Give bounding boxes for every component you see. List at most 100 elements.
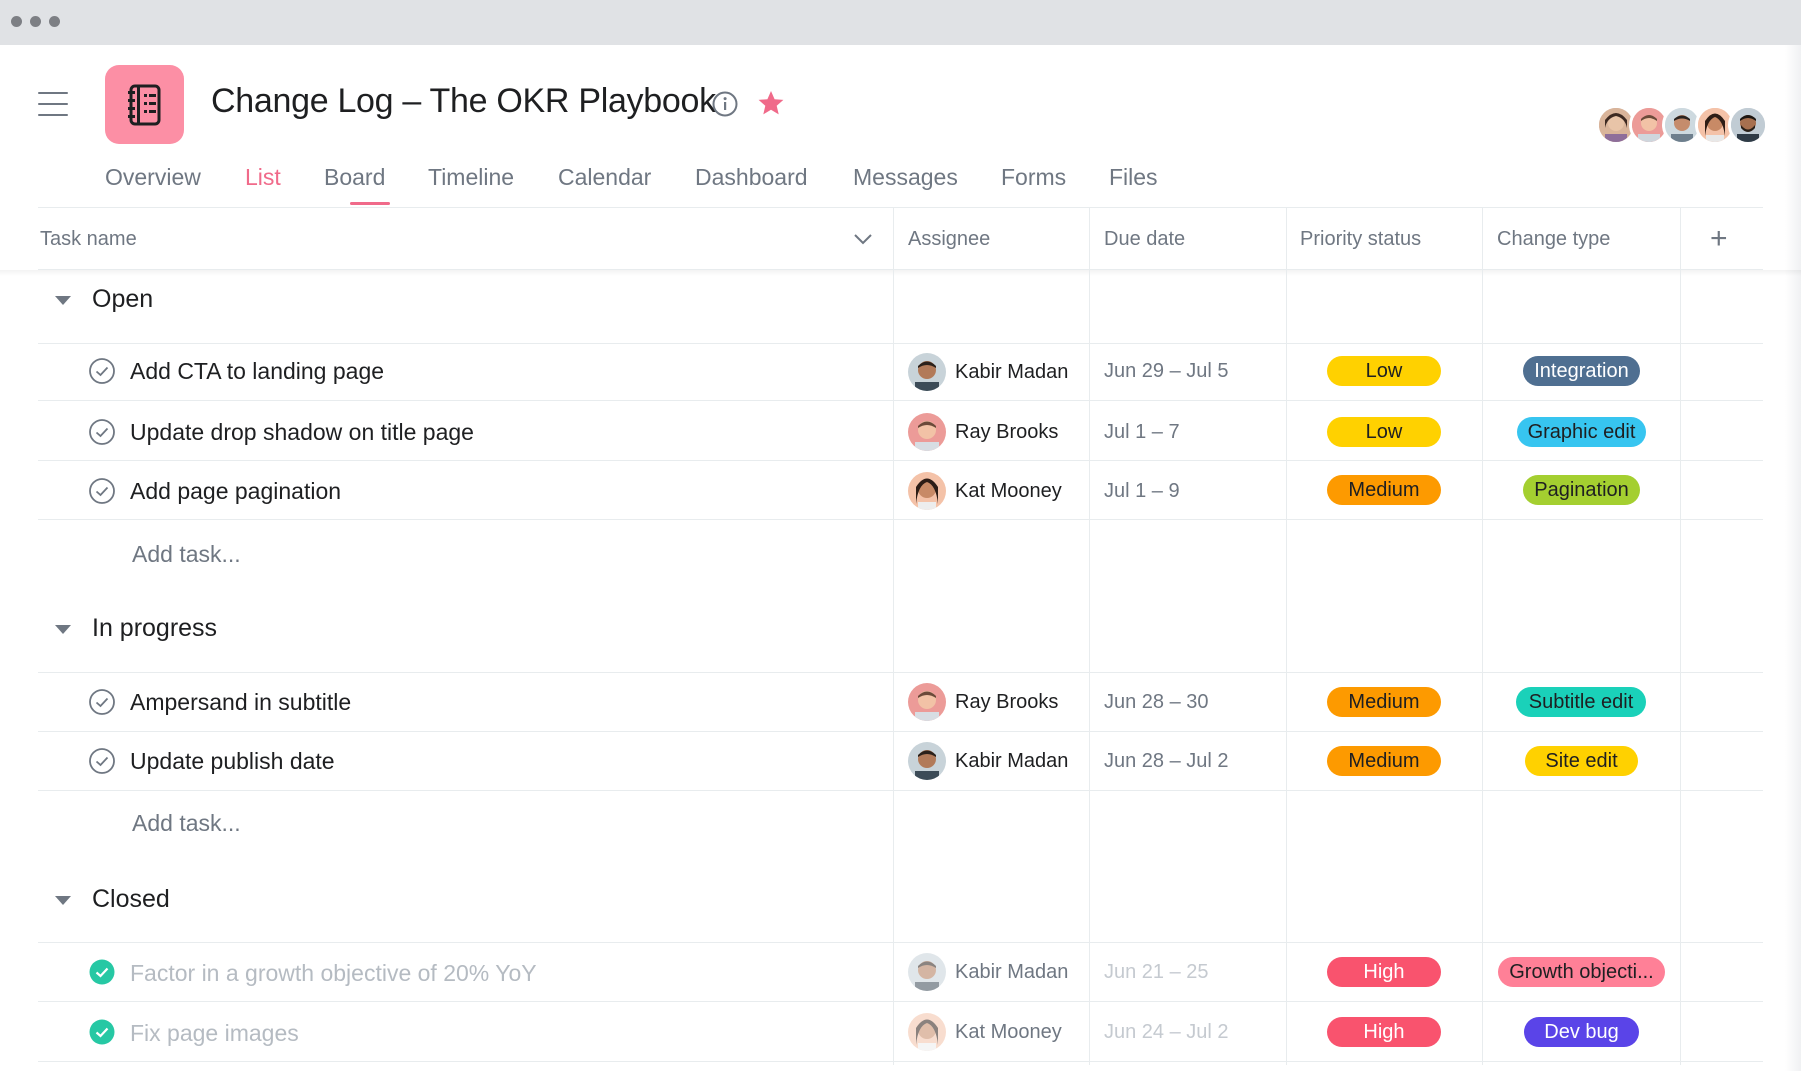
due-date[interactable]: Jul 1 – 9 (1104, 480, 1180, 503)
caret-down-icon[interactable] (55, 296, 71, 305)
row-divider (38, 731, 1763, 732)
due-date[interactable]: Jul 1 – 7 (1104, 421, 1180, 444)
column-header-change-type[interactable]: Change type (1497, 208, 1610, 270)
assignee-name: Kabir Madan (955, 749, 1069, 772)
task-name[interactable]: Update drop shadow on title page (130, 419, 474, 446)
avatar (908, 413, 946, 451)
due-date[interactable]: Jun 24 – Jul 2 (1104, 1021, 1229, 1044)
header-shadow (0, 270, 1801, 276)
assignee-name: Ray Brooks (955, 690, 1059, 713)
section-title-in-progress[interactable]: In progress (92, 614, 217, 643)
task-name[interactable]: Fix page images (130, 1020, 299, 1047)
assignee[interactable]: Ray Brooks (908, 682, 1058, 722)
row-divider (38, 672, 1763, 673)
tab-calendar[interactable]: Calendar (558, 164, 651, 191)
window-dot-icon (11, 16, 22, 27)
tab-files[interactable]: Files (1109, 164, 1158, 191)
assignee[interactable]: Kabir Madan (908, 952, 1068, 992)
caret-down-icon[interactable] (55, 625, 71, 634)
row-divider (38, 519, 1763, 520)
page (0, 45, 1801, 1071)
star-icon[interactable] (757, 89, 785, 117)
add-task-button[interactable]: Add task... (132, 810, 241, 837)
change-type-badge[interactable]: Graphic edit (1517, 417, 1646, 447)
plus-icon[interactable]: + (1710, 222, 1728, 256)
task-name[interactable]: Ampersand in subtitle (130, 689, 351, 716)
assignee[interactable]: Kabir Madan (908, 352, 1068, 392)
column-divider (893, 207, 894, 1065)
assignee-name: Kat Mooney (955, 479, 1062, 502)
column-header-priority-status[interactable]: Priority status (1300, 208, 1421, 270)
task-name[interactable]: Add CTA to landing page (130, 358, 384, 385)
row-divider (38, 400, 1763, 401)
due-date[interactable]: Jun 29 – Jul 5 (1104, 360, 1229, 383)
window-dot-icon (49, 16, 60, 27)
change-type-badge[interactable]: Growth objecti... (1498, 957, 1665, 987)
check-circle-icon[interactable] (88, 688, 116, 716)
assignee-name: Kat Mooney (955, 1020, 1062, 1043)
avatar (908, 742, 946, 780)
column-header-row: Task name Assignee Due date Priority sta… (38, 207, 1763, 270)
due-date[interactable]: Jun 21 – 25 (1104, 961, 1209, 984)
change-type-badge[interactable]: Subtitle edit (1516, 687, 1646, 717)
priority-badge[interactable]: Low (1327, 356, 1441, 386)
page-edge (1785, 45, 1801, 1071)
column-header-assignee[interactable]: Assignee (908, 208, 990, 270)
task-name[interactable]: Add page pagination (130, 478, 341, 505)
tab-messages[interactable]: Messages (853, 164, 958, 191)
avatar[interactable] (1728, 105, 1768, 145)
priority-badge[interactable]: Medium (1327, 475, 1441, 505)
tab-forms[interactable]: Forms (1001, 164, 1066, 191)
chevron-down-icon[interactable] (852, 232, 874, 246)
change-type-badge[interactable]: Integration (1523, 356, 1640, 386)
hamburger-icon[interactable] (38, 92, 68, 116)
change-type-badge[interactable]: Site edit (1525, 746, 1638, 776)
section-title-open[interactable]: Open (92, 285, 153, 314)
active-tab-indicator (350, 202, 390, 205)
task-name[interactable]: Update publish date (130, 748, 335, 775)
tab-overview[interactable]: Overview (105, 164, 201, 191)
tab-list[interactable]: List (245, 164, 281, 191)
priority-badge[interactable]: Medium (1327, 687, 1441, 717)
priority-badge[interactable]: High (1327, 1017, 1441, 1047)
assignee-name: Ray Brooks (955, 420, 1059, 443)
assignee[interactable]: Kabir Madan (908, 741, 1068, 781)
add-task-button[interactable]: Add task... (132, 541, 241, 568)
column-header-task-name[interactable]: Task name (40, 208, 137, 270)
check-circle-icon[interactable] (88, 1018, 116, 1046)
caret-down-icon[interactable] (55, 896, 71, 905)
priority-badge[interactable]: Low (1327, 417, 1441, 447)
check-circle-icon[interactable] (88, 958, 116, 986)
check-circle-icon[interactable] (88, 477, 116, 505)
avatar (908, 472, 946, 510)
assignee[interactable]: Kat Mooney (908, 1012, 1062, 1052)
avatar (908, 1013, 946, 1051)
assignee[interactable]: Ray Brooks (908, 412, 1058, 452)
avatar (908, 683, 946, 721)
check-circle-icon[interactable] (88, 747, 116, 775)
task-name[interactable]: Factor in a growth objective of 20% YoY (130, 960, 537, 987)
due-date[interactable]: Jun 28 – Jul 2 (1104, 750, 1229, 773)
column-divider (1089, 207, 1090, 1065)
assignee-name: Kabir Madan (955, 360, 1069, 383)
section-title-closed[interactable]: Closed (92, 885, 170, 914)
due-date[interactable]: Jun 28 – 30 (1104, 691, 1209, 714)
info-icon[interactable] (711, 90, 739, 118)
check-circle-icon[interactable] (88, 418, 116, 446)
tab-timeline[interactable]: Timeline (428, 164, 514, 191)
check-circle-icon[interactable] (88, 357, 116, 385)
assignee[interactable]: Kat Mooney (908, 471, 1062, 511)
change-type-badge[interactable]: Pagination (1523, 475, 1640, 505)
change-type-badge[interactable]: Dev bug (1524, 1017, 1639, 1047)
priority-badge[interactable]: Medium (1327, 746, 1441, 776)
tab-dashboard[interactable]: Dashboard (695, 164, 808, 191)
project-members[interactable] (1596, 105, 1771, 145)
assignee-name: Kabir Madan (955, 960, 1069, 983)
priority-badge[interactable]: High (1327, 957, 1441, 987)
row-divider (38, 942, 1763, 943)
avatar (908, 353, 946, 391)
row-divider (38, 460, 1763, 461)
column-divider (1680, 207, 1681, 1065)
tab-board[interactable]: Board (324, 164, 385, 191)
column-header-due-date[interactable]: Due date (1104, 208, 1185, 270)
